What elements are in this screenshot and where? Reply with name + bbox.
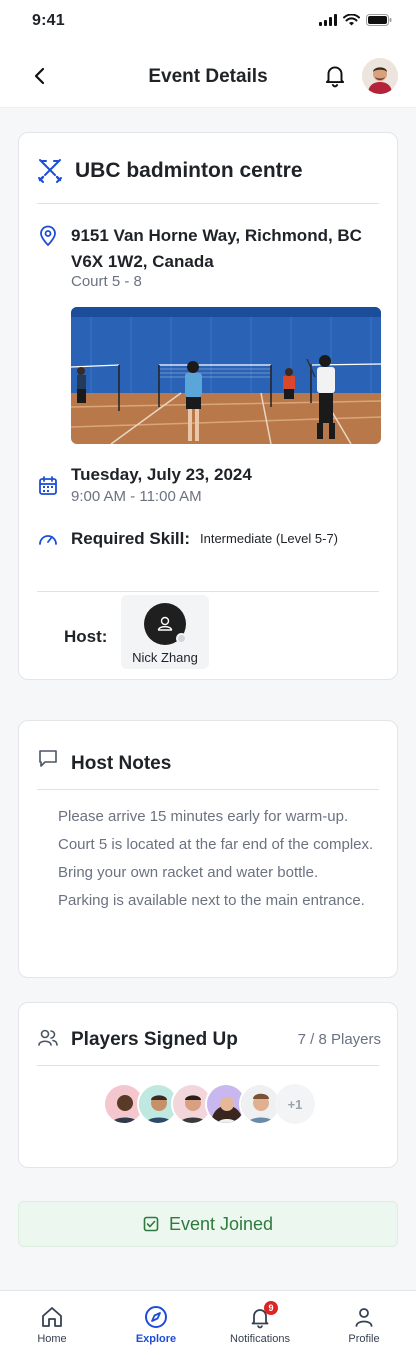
tab-explore[interactable]: Explore <box>104 1291 208 1360</box>
players-count: 7 / 8 Players <box>297 1031 381 1048</box>
note-item: Please arrive 15 minutes early for warm-… <box>58 808 349 825</box>
host-name: Nick Zhang <box>132 650 198 665</box>
map-pin-icon <box>40 225 56 247</box>
speedometer-icon <box>39 535 57 545</box>
status-icons <box>319 14 392 26</box>
venue-name: UBC badminton centre <box>75 159 303 182</box>
event-details-card: UBC badminton centre 9151 Van Horne Way,… <box>18 132 398 680</box>
divider <box>37 1065 379 1066</box>
users-icon <box>38 1029 58 1046</box>
compass-icon <box>145 1306 167 1328</box>
section-title: Players Signed Up <box>71 1029 238 1050</box>
notes-list: Please arrive 15 minutes early for warm-… <box>58 805 388 917</box>
battery-icon <box>366 14 392 26</box>
wifi-icon <box>343 14 360 26</box>
bottom-tab-bar: Home Explore 9 Notifications Profile <box>0 1290 416 1360</box>
status-time: 9:41 <box>32 12 65 29</box>
status-dot <box>176 633 187 644</box>
cellular-signal-icon <box>319 14 337 26</box>
tab-notifications[interactable]: 9 Notifications <box>208 1291 312 1360</box>
tab-label: Explore <box>135 1333 177 1345</box>
tab-profile[interactable]: Profile <box>312 1291 416 1360</box>
checkbox-checked-icon <box>143 1216 159 1232</box>
event-joined-label: Event Joined <box>168 1213 274 1234</box>
divider <box>37 203 379 204</box>
divider <box>37 591 379 592</box>
venue-photo <box>71 307 381 444</box>
host-chip[interactable]: Nick Zhang <box>121 595 209 669</box>
note-item: Parking is available next to the main en… <box>58 892 365 909</box>
page-title: Event Details <box>148 66 268 87</box>
tab-label: Notifications <box>230 1333 290 1345</box>
note-item: Court 5 is located at the far end of the… <box>58 836 374 853</box>
note-item: Bring your own racket and water bottle. <box>58 864 319 881</box>
host-avatar <box>144 603 187 645</box>
message-icon <box>39 750 57 767</box>
notification-badge: 9 <box>264 1301 278 1315</box>
tab-home[interactable]: Home <box>0 1291 104 1360</box>
skill-value: Intermediate (Level 5-7) <box>200 531 339 546</box>
divider <box>37 789 379 790</box>
home-icon <box>42 1307 62 1327</box>
event-joined-button[interactable]: Event Joined <box>18 1201 398 1247</box>
skill-label: Required Skill: <box>71 529 191 548</box>
event-date: Tuesday, July 23, 2024 <box>71 465 252 484</box>
court-range: Court 5 - 8 <box>71 273 142 290</box>
players-card: Players Signed Up 7 / 8 Players +1 <box>18 1002 398 1168</box>
tab-label: Home <box>37 1333 67 1345</box>
bell-icon[interactable] <box>322 62 348 88</box>
calendar-icon <box>39 476 57 495</box>
more-players-badge[interactable]: +1 <box>275 1084 315 1124</box>
user-avatar[interactable] <box>362 58 398 94</box>
crossed-rackets-icon <box>38 159 62 183</box>
tab-label: Profile <box>348 1333 380 1345</box>
section-title: Host Notes <box>71 753 172 774</box>
user-icon <box>355 1308 373 1327</box>
host-notes-card: Host Notes Please arrive 15 minutes earl… <box>18 720 398 978</box>
status-bar: 9:41 <box>0 0 416 44</box>
app-header: Event Details <box>0 44 416 108</box>
event-time: 9:00 AM - 11:00 AM <box>71 488 202 505</box>
host-label: Host: <box>64 627 108 646</box>
venue-address[interactable]: 9151 Van Horne Way, Richmond, BC V6X 1W2… <box>71 223 381 275</box>
